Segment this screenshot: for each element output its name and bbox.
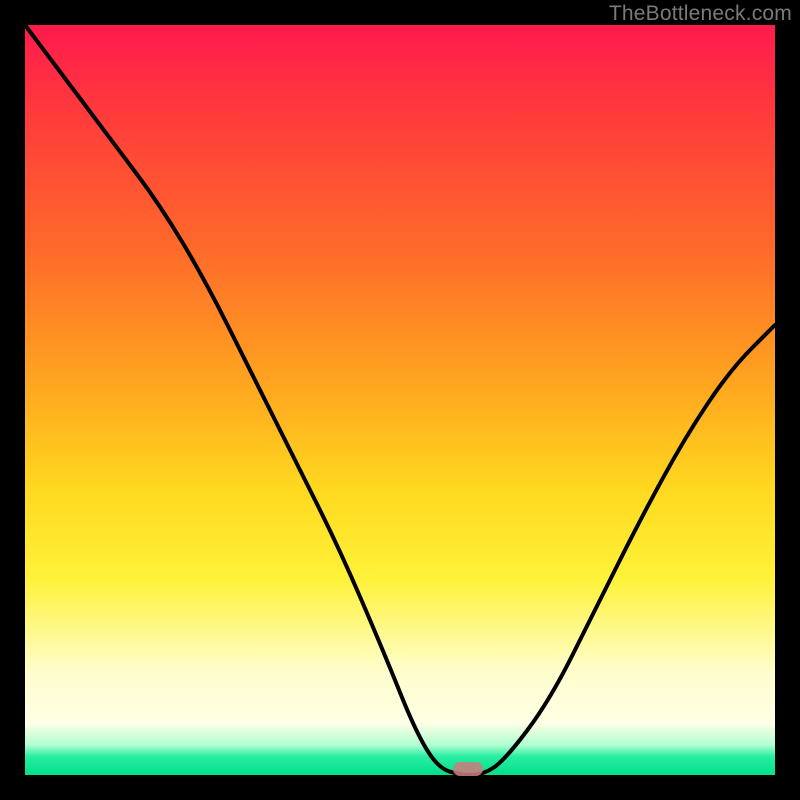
chart-stage: TheBottleneck.com <box>0 0 800 800</box>
curve-layer <box>25 25 775 775</box>
watermark-text: TheBottleneck.com <box>609 2 792 26</box>
bottleneck-curve-path <box>25 25 775 775</box>
optimal-marker <box>453 762 483 776</box>
plot-area <box>25 25 775 775</box>
